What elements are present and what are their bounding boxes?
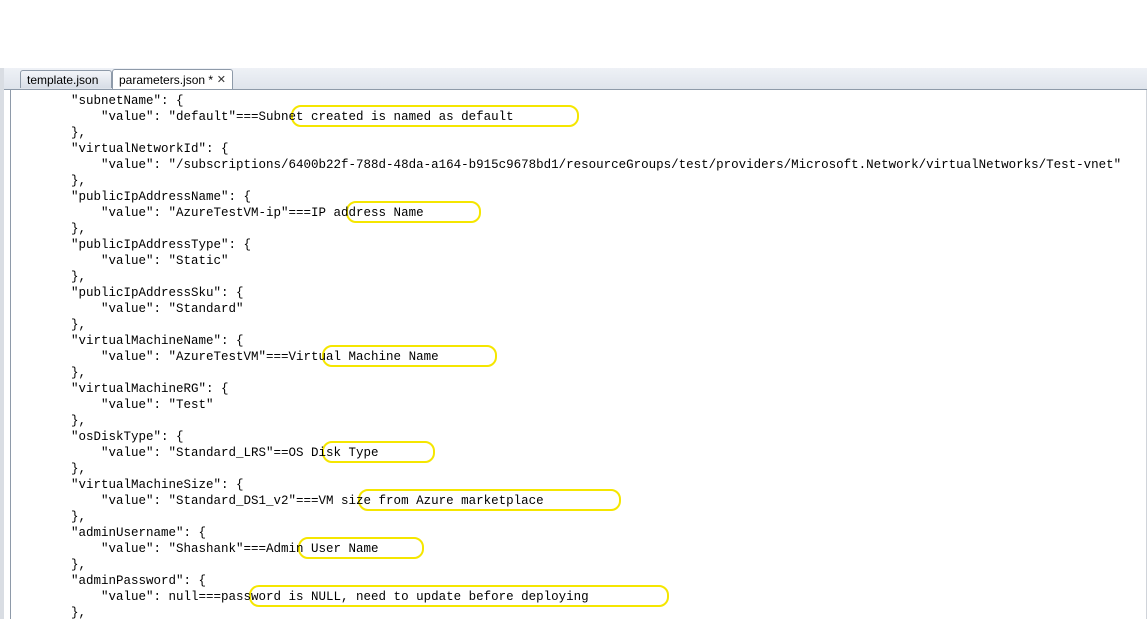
code-line: }, bbox=[11, 222, 87, 236]
code-line: }, bbox=[11, 606, 87, 619]
tab-label: parameters.json * bbox=[119, 73, 214, 87]
code-line: }, bbox=[11, 174, 87, 188]
code-line: "value": "Standard" bbox=[11, 302, 244, 316]
code-line: }, bbox=[11, 318, 87, 332]
code-line: "publicIpAddressName": { bbox=[11, 190, 252, 204]
code-line: "value": "AzureTestVM-ip"===IP address N… bbox=[11, 206, 424, 220]
close-icon[interactable]: ✕ bbox=[217, 70, 226, 90]
code-line: "publicIpAddressSku": { bbox=[11, 286, 244, 300]
tab-label: template.json bbox=[27, 73, 99, 87]
code-line: }, bbox=[11, 462, 87, 476]
code-line: "virtualNetworkId": { bbox=[11, 142, 229, 156]
code-line: }, bbox=[11, 366, 87, 380]
code-line: }, bbox=[11, 510, 87, 524]
code-line: "virtualMachineSize": { bbox=[11, 478, 244, 492]
code-line: "value": "Standard_LRS"==OS Disk Type bbox=[11, 446, 379, 460]
code-line: "publicIpAddressType": { bbox=[11, 238, 252, 252]
code-line: "value": "Test" bbox=[11, 398, 214, 412]
code-line: }, bbox=[11, 270, 87, 284]
code-line: "adminPassword": { bbox=[11, 574, 207, 588]
code-line: "value": null===password is NULL, need t… bbox=[11, 590, 589, 604]
code-line: "virtualMachineRG": { bbox=[11, 382, 229, 396]
code-line: "value": "AzureTestVM"===Virtual Machine… bbox=[11, 350, 439, 364]
code-line: }, bbox=[11, 126, 87, 140]
tab-template-json[interactable]: template.json bbox=[20, 70, 112, 88]
code-line: "osDiskType": { bbox=[11, 430, 184, 444]
tab-parameters-json[interactable]: parameters.json * ✕ bbox=[112, 69, 233, 89]
code-line: "value": "/subscriptions/6400b22f-788d-4… bbox=[11, 158, 1122, 172]
code-line: "subnetName": { bbox=[11, 94, 184, 108]
editor-tab-bar: template.json parameters.json * ✕ bbox=[4, 68, 1147, 90]
code-line: "value": "Standard_DS1_v2"===VM size fro… bbox=[11, 494, 544, 508]
code-line: "adminUsername": { bbox=[11, 526, 207, 540]
window-left-edge bbox=[0, 68, 4, 619]
code-line: "value": "Shashank"===Admin User Name bbox=[11, 542, 379, 556]
code-line: "virtualMachineName": { bbox=[11, 334, 244, 348]
code-line: }, bbox=[11, 558, 87, 572]
code-editor[interactable]: "subnetName": { "value": "default"===Sub… bbox=[10, 90, 1147, 619]
code-line: }, bbox=[11, 414, 87, 428]
desktop-background bbox=[0, 0, 1147, 68]
code-line: "value": "Static" bbox=[11, 254, 229, 268]
code-line: "value": "default"===Subnet created is n… bbox=[11, 110, 514, 124]
